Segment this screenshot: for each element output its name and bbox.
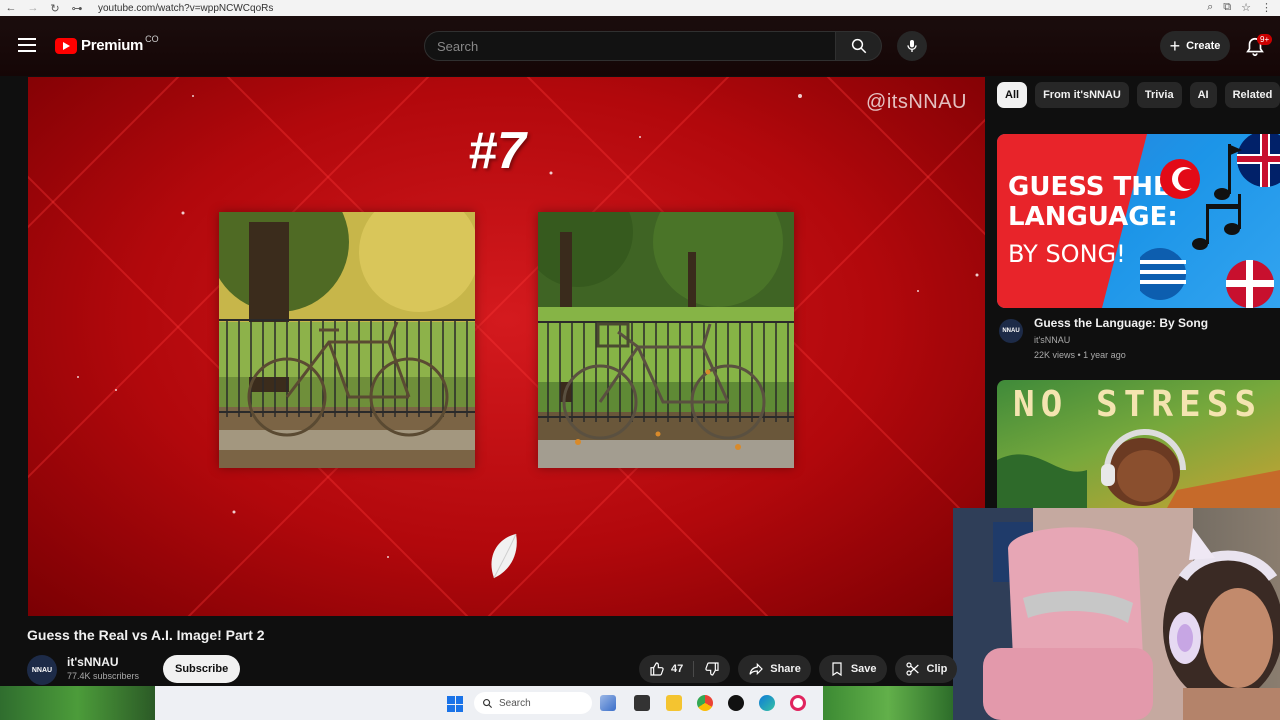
related-video-title[interactable]: Guess the Language: By Song [1034,316,1208,330]
channel-avatar[interactable]: NNAU [999,319,1023,343]
widgets-icon[interactable] [600,695,616,711]
site-info-icon[interactable]: ⊶ [66,2,88,15]
bookmark-star-icon[interactable]: ☆ [1241,1,1251,14]
youtube-header: Premium CO + Create 9+ [0,16,1280,76]
share-arrow-icon [749,662,764,676]
edge-icon[interactable] [759,695,775,711]
search-icon [483,698,493,708]
windows-taskbar: Search [0,686,953,720]
microphone-icon [907,40,917,52]
save-label: Save [850,663,877,675]
desktop-wallpaper-left [0,686,155,720]
related-video-channel[interactable]: it'sNNAU [1034,335,1070,345]
reload-icon[interactable]: ↻ [44,2,66,15]
bookmark-icon [832,662,842,677]
related-video-info-1[interactable]: NNAU Guess the Language: By Song it'sNNA… [997,314,1280,374]
search-box[interactable] [424,31,836,61]
related-video-thumbnail-1[interactable]: GUESS THE LANGUAGE: BY SONG! [997,134,1280,308]
save-button[interactable]: Save [818,655,887,683]
thumbs-down-icon [705,662,719,676]
youtube-premium-logo[interactable]: Premium CO [55,33,159,54]
forward-icon[interactable]: → [22,2,44,14]
notification-count-badge: 9+ [1257,34,1273,45]
address-bar[interactable]: youtube.com/watch?v=wppNCWCqoRs [98,3,273,14]
browser-toolbar: ← → ↻ ⊶ youtube.com/watch?v=wppNCWCqoRs … [0,0,1280,16]
subscribe-button[interactable]: Subscribe [163,655,241,683]
related-filter-chips: All From it'sNNAU Trivia AI Related [997,82,1280,108]
chip-trivia[interactable]: Trivia [1136,82,1182,108]
share-button[interactable]: Share [738,655,811,683]
chrome-icon[interactable] [697,695,713,711]
share-label: Share [770,663,801,675]
channel-avatar-icon[interactable]: NNAU [27,655,57,685]
install-icon[interactable]: ⧉ [1223,1,1231,14]
clip-button[interactable]: Clip [894,655,958,683]
search-input[interactable] [435,37,819,55]
like-count: 47 [671,663,684,675]
voice-search-button[interactable] [897,31,927,61]
task-view-icon[interactable] [634,695,650,711]
webcam-overlay [953,508,1280,720]
related-video-thumbnail-2[interactable]: NO STRESS LOF [997,380,1280,508]
app-icon[interactable] [728,695,744,711]
hamburger-menu-icon[interactable] [18,38,36,56]
dislike-button[interactable] [694,655,730,683]
logo-country-code: CO [145,33,159,44]
thumbnail-line-3: BY SONG! [1008,240,1126,268]
windows-start-icon[interactable] [447,696,463,712]
taskbar-search[interactable]: Search [474,692,592,714]
video-actions: 47 Share Save Clip [639,655,958,683]
like-dislike-group: 47 [639,655,731,683]
logo-text: Premium [81,37,144,54]
desktop-wallpaper-right [823,686,953,720]
question-number: #7 [468,122,526,180]
chip-ai[interactable]: AI [1189,82,1217,108]
video-title: Guess the Real vs A.I. Image! Part 2 [27,627,265,643]
back-icon[interactable]: ← [0,2,22,14]
thumbs-up-icon [650,662,664,676]
lofi-illustration [997,429,1280,508]
create-button[interactable]: + Create [1160,31,1230,61]
video-owner: NNAU it'sNNAU 77.4K subscribers [27,654,287,685]
plus-icon: + [1169,36,1181,56]
chip-all[interactable]: All [997,82,1028,108]
like-button[interactable]: 47 [639,655,693,683]
taskbar-search-label: Search [499,697,531,709]
create-label: Create [1186,40,1221,52]
opera-icon[interactable] [790,695,806,711]
subscriber-count: 77.4K subscribers [67,671,140,681]
file-explorer-icon[interactable] [666,695,682,711]
video-player[interactable]: @itsNNAU #7 [28,77,985,616]
search-button[interactable] [836,31,882,61]
clip-label: Clip [926,663,948,675]
youtube-play-icon [55,37,77,54]
related-video-meta: 22K views • 1 year ago [1034,350,1126,360]
menu-dots-icon[interactable]: ⋮ [1261,1,1272,14]
chip-related[interactable]: Related [1224,82,1280,108]
channel-watermark: @itsNNAU [866,91,967,113]
flags-and-notes-art [1140,134,1280,308]
zoom-icon[interactable]: ⌕ [1207,1,1213,14]
scissors-icon [905,662,919,676]
search-icon [851,38,866,54]
image-option-right[interactable] [538,212,794,468]
leaf-cursor-icon [491,533,517,579]
image-option-left[interactable] [219,212,475,468]
chip-from-channel[interactable]: From it'sNNAU [1035,82,1129,108]
channel-name[interactable]: it'sNNAU [67,655,119,669]
